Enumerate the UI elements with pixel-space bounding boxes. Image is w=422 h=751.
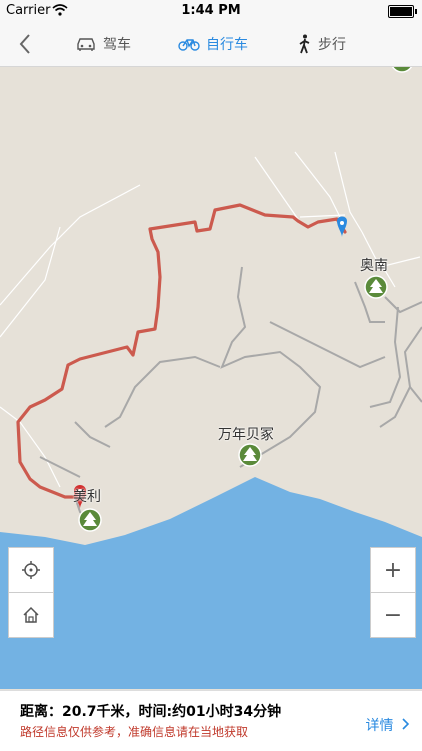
home-icon <box>23 606 39 623</box>
nav-bar: 驾车 自行车 步行 <box>0 22 422 67</box>
park-icon-meili <box>78 508 102 532</box>
tab-driving-label: 驾车 <box>103 37 131 53</box>
route-disclaimer: 路径信息仅供参考，准确信息请在当地获取 <box>20 725 249 739</box>
zoom-out-button[interactable]: − <box>370 592 416 638</box>
route-info-panel: 距离：20.7千米，时间:约01小时34分钟 路径信息仅供参考，准确信息请在当地… <box>0 690 422 751</box>
place-label-wannian: 万年贝冢 <box>218 427 274 443</box>
back-arrow-icon[interactable] <box>14 32 38 56</box>
tab-walking[interactable]: 步行 <box>298 22 346 66</box>
map-view[interactable]: 奥南 万年贝冢 美利 <box>0 67 422 689</box>
route-summary: 距离：20.7千米，时间:约01小时34分钟 <box>20 704 282 720</box>
origin-marker <box>337 216 347 237</box>
battery-icon <box>388 5 417 18</box>
tab-walking-label: 步行 <box>318 37 346 53</box>
chevron-right-icon <box>402 718 410 730</box>
place-label-meili: 美利 <box>73 489 101 505</box>
park-icon-aonan <box>364 275 388 299</box>
car-icon <box>77 38 95 51</box>
park-icon-top <box>391 67 413 73</box>
clock: 1:44 PM <box>181 3 241 18</box>
details-label: 详情 <box>365 718 394 734</box>
road-lines <box>0 151 421 488</box>
locate-icon <box>22 561 40 579</box>
status-bar: Carrier 1:44 PM <box>0 0 422 22</box>
sea-area <box>0 477 422 689</box>
tab-bicycle-label: 自行车 <box>206 37 248 53</box>
tab-bicycle[interactable]: 自行车 <box>178 22 248 66</box>
bicycle-route <box>16 203 347 499</box>
locate-button[interactable] <box>8 547 54 593</box>
tab-driving[interactable]: 驾车 <box>75 22 131 66</box>
contour-lines <box>39 266 422 523</box>
details-button[interactable]: 详情 <box>366 715 410 735</box>
walking-icon <box>299 34 310 54</box>
home-button[interactable] <box>8 592 54 638</box>
bicycle-icon <box>178 39 200 51</box>
park-icon-wannian <box>238 443 262 467</box>
place-label-aonan: 奥南 <box>360 258 388 274</box>
zoom-in-button[interactable]: + <box>370 547 416 593</box>
